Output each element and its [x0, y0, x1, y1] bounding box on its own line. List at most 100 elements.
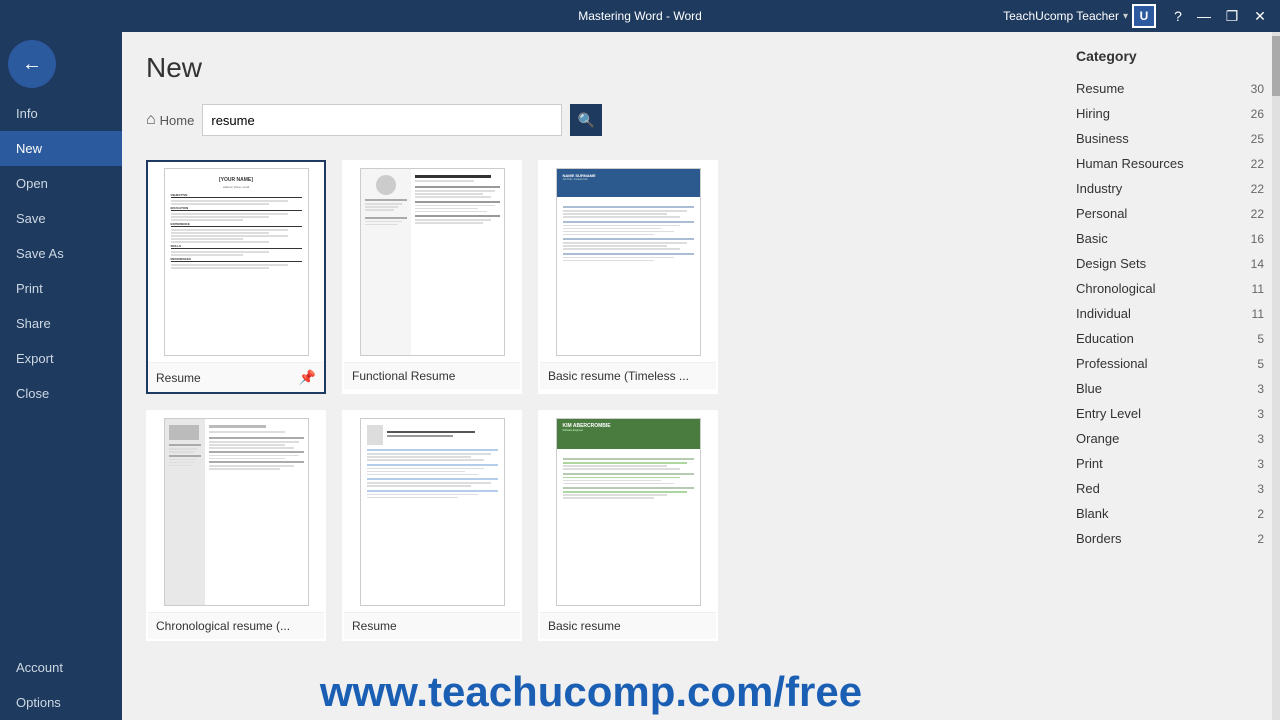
- category-count: 5: [1257, 332, 1264, 346]
- user-info: TeachUcomp Teacher ▾ U: [1003, 4, 1156, 28]
- sidebar-item-open[interactable]: Open: [0, 166, 122, 201]
- title-bar: Mastering Word - Word TeachUcomp Teacher…: [0, 0, 1280, 32]
- category-count: 22: [1251, 182, 1264, 196]
- template-card[interactable]: KIM ABERCROMBIE Software Engineer: [538, 410, 718, 641]
- category-item[interactable]: Education 5: [1068, 326, 1272, 351]
- sidebar-item-label: Export: [16, 351, 54, 366]
- category-item[interactable]: Borders 2: [1068, 526, 1272, 551]
- home-label: Home: [160, 113, 195, 128]
- template-card[interactable]: NAME SURNAME Job Title • Contact Info: [538, 160, 718, 394]
- sidebar-item-label: Open: [16, 176, 48, 191]
- resume-mockup: [360, 418, 505, 606]
- category-item[interactable]: Chronological 11: [1068, 276, 1272, 301]
- page-title: New: [146, 52, 1036, 84]
- category-count: 2: [1257, 507, 1264, 521]
- search-input[interactable]: [202, 104, 562, 136]
- category-name: Blank: [1076, 506, 1109, 521]
- window-controls: TeachUcomp Teacher ▾ U ? — ❐ ✕: [1003, 4, 1272, 28]
- home-link[interactable]: ⌂ Home: [146, 111, 194, 129]
- category-count: 2: [1257, 532, 1264, 546]
- category-count: 11: [1252, 307, 1264, 321]
- category-name: Red: [1076, 481, 1100, 496]
- sidebar-item-share[interactable]: Share: [0, 306, 122, 341]
- category-item[interactable]: Resume 30: [1068, 76, 1272, 101]
- template-name: Basic resume: [548, 619, 621, 633]
- help-button[interactable]: ?: [1168, 6, 1188, 26]
- category-name: Hiring: [1076, 106, 1110, 121]
- category-item[interactable]: Red 3: [1068, 476, 1272, 501]
- category-name: Personal: [1076, 206, 1127, 221]
- category-count: 22: [1251, 157, 1264, 171]
- close-button[interactable]: ✕: [1248, 4, 1272, 28]
- category-title: Category: [1068, 48, 1272, 64]
- pin-icon: 📌: [299, 369, 316, 386]
- template-label: Resume 📌: [148, 362, 324, 392]
- avatar: U: [1132, 4, 1156, 28]
- sidebar-item-account[interactable]: Account: [0, 650, 122, 685]
- category-name: Industry: [1076, 181, 1122, 196]
- sidebar-item-save[interactable]: Save: [0, 201, 122, 236]
- category-item[interactable]: Industry 22: [1068, 176, 1272, 201]
- home-icon: ⌂: [146, 111, 156, 129]
- category-name: Basic: [1076, 231, 1108, 246]
- category-panel: Category Resume 30 Hiring 26 Business 25…: [1060, 32, 1280, 720]
- category-count: 3: [1257, 432, 1264, 446]
- category-item[interactable]: Entry Level 3: [1068, 401, 1272, 426]
- template-preview: [344, 162, 520, 362]
- sidebar-item-options[interactable]: Options: [0, 685, 122, 720]
- sidebar-item-export[interactable]: Export: [0, 341, 122, 376]
- category-count: 30: [1251, 82, 1264, 96]
- category-name: Entry Level: [1076, 406, 1141, 421]
- resume-mockup: NAME SURNAME Job Title • Contact Info: [556, 168, 701, 356]
- category-name: Individual: [1076, 306, 1131, 321]
- category-name: Borders: [1076, 531, 1122, 546]
- sidebar-item-info[interactable]: Info: [0, 96, 122, 131]
- resume-mockup: KIM ABERCROMBIE Software Engineer: [556, 418, 701, 606]
- resume-mockup: [360, 168, 505, 356]
- category-item[interactable]: Human Resources 22: [1068, 151, 1272, 176]
- category-count: 5: [1257, 357, 1264, 371]
- user-name: TeachUcomp Teacher: [1003, 9, 1119, 23]
- category-name: Blue: [1076, 381, 1102, 396]
- sidebar-item-save-as[interactable]: Save As: [0, 236, 122, 271]
- restore-button[interactable]: ❐: [1220, 4, 1244, 28]
- category-item[interactable]: Print 3: [1068, 451, 1272, 476]
- sidebar-item-label: Options: [16, 695, 61, 710]
- category-item[interactable]: Professional 5: [1068, 351, 1272, 376]
- category-count: 26: [1251, 107, 1264, 121]
- category-name: Professional: [1076, 356, 1148, 371]
- sidebar-item-new[interactable]: New: [0, 131, 122, 166]
- category-scrollbar[interactable]: [1272, 32, 1280, 720]
- template-name: Functional Resume: [352, 369, 455, 383]
- template-card[interactable]: Chronological resume (...: [146, 410, 326, 641]
- category-item[interactable]: Hiring 26: [1068, 101, 1272, 126]
- category-item[interactable]: Individual 11: [1068, 301, 1272, 326]
- back-button[interactable]: ←: [8, 40, 56, 88]
- template-preview: NAME SURNAME Job Title • Contact Info: [540, 162, 716, 362]
- template-card[interactable]: Functional Resume: [342, 160, 522, 394]
- template-label: Resume: [344, 612, 520, 639]
- template-grid: [YOUR NAME] address | phone | email Obje…: [146, 160, 1036, 641]
- category-item[interactable]: Basic 16: [1068, 226, 1272, 251]
- category-item[interactable]: Orange 3: [1068, 426, 1272, 451]
- category-count: 3: [1257, 457, 1264, 471]
- template-card[interactable]: Resume: [342, 410, 522, 641]
- category-item[interactable]: Personal 22: [1068, 201, 1272, 226]
- category-count: 14: [1251, 257, 1264, 271]
- sidebar-item-print[interactable]: Print: [0, 271, 122, 306]
- resume-mockup: [164, 418, 309, 606]
- window-title: Mastering Word - Word: [578, 9, 702, 23]
- template-card[interactable]: [YOUR NAME] address | phone | email Obje…: [146, 160, 326, 394]
- category-item[interactable]: Business 25: [1068, 126, 1272, 151]
- category-item[interactable]: Blank 2: [1068, 501, 1272, 526]
- template-preview: [344, 412, 520, 612]
- category-item[interactable]: Design Sets 14: [1068, 251, 1272, 276]
- sidebar-item-close[interactable]: Close: [0, 376, 122, 411]
- category-name: Design Sets: [1076, 256, 1146, 271]
- category-item[interactable]: Blue 3: [1068, 376, 1272, 401]
- category-count: 3: [1257, 407, 1264, 421]
- scrollbar-thumb: [1272, 36, 1280, 96]
- search-button[interactable]: 🔍: [570, 104, 602, 136]
- minimize-button[interactable]: —: [1192, 4, 1216, 28]
- sidebar-item-label: Save As: [16, 246, 64, 261]
